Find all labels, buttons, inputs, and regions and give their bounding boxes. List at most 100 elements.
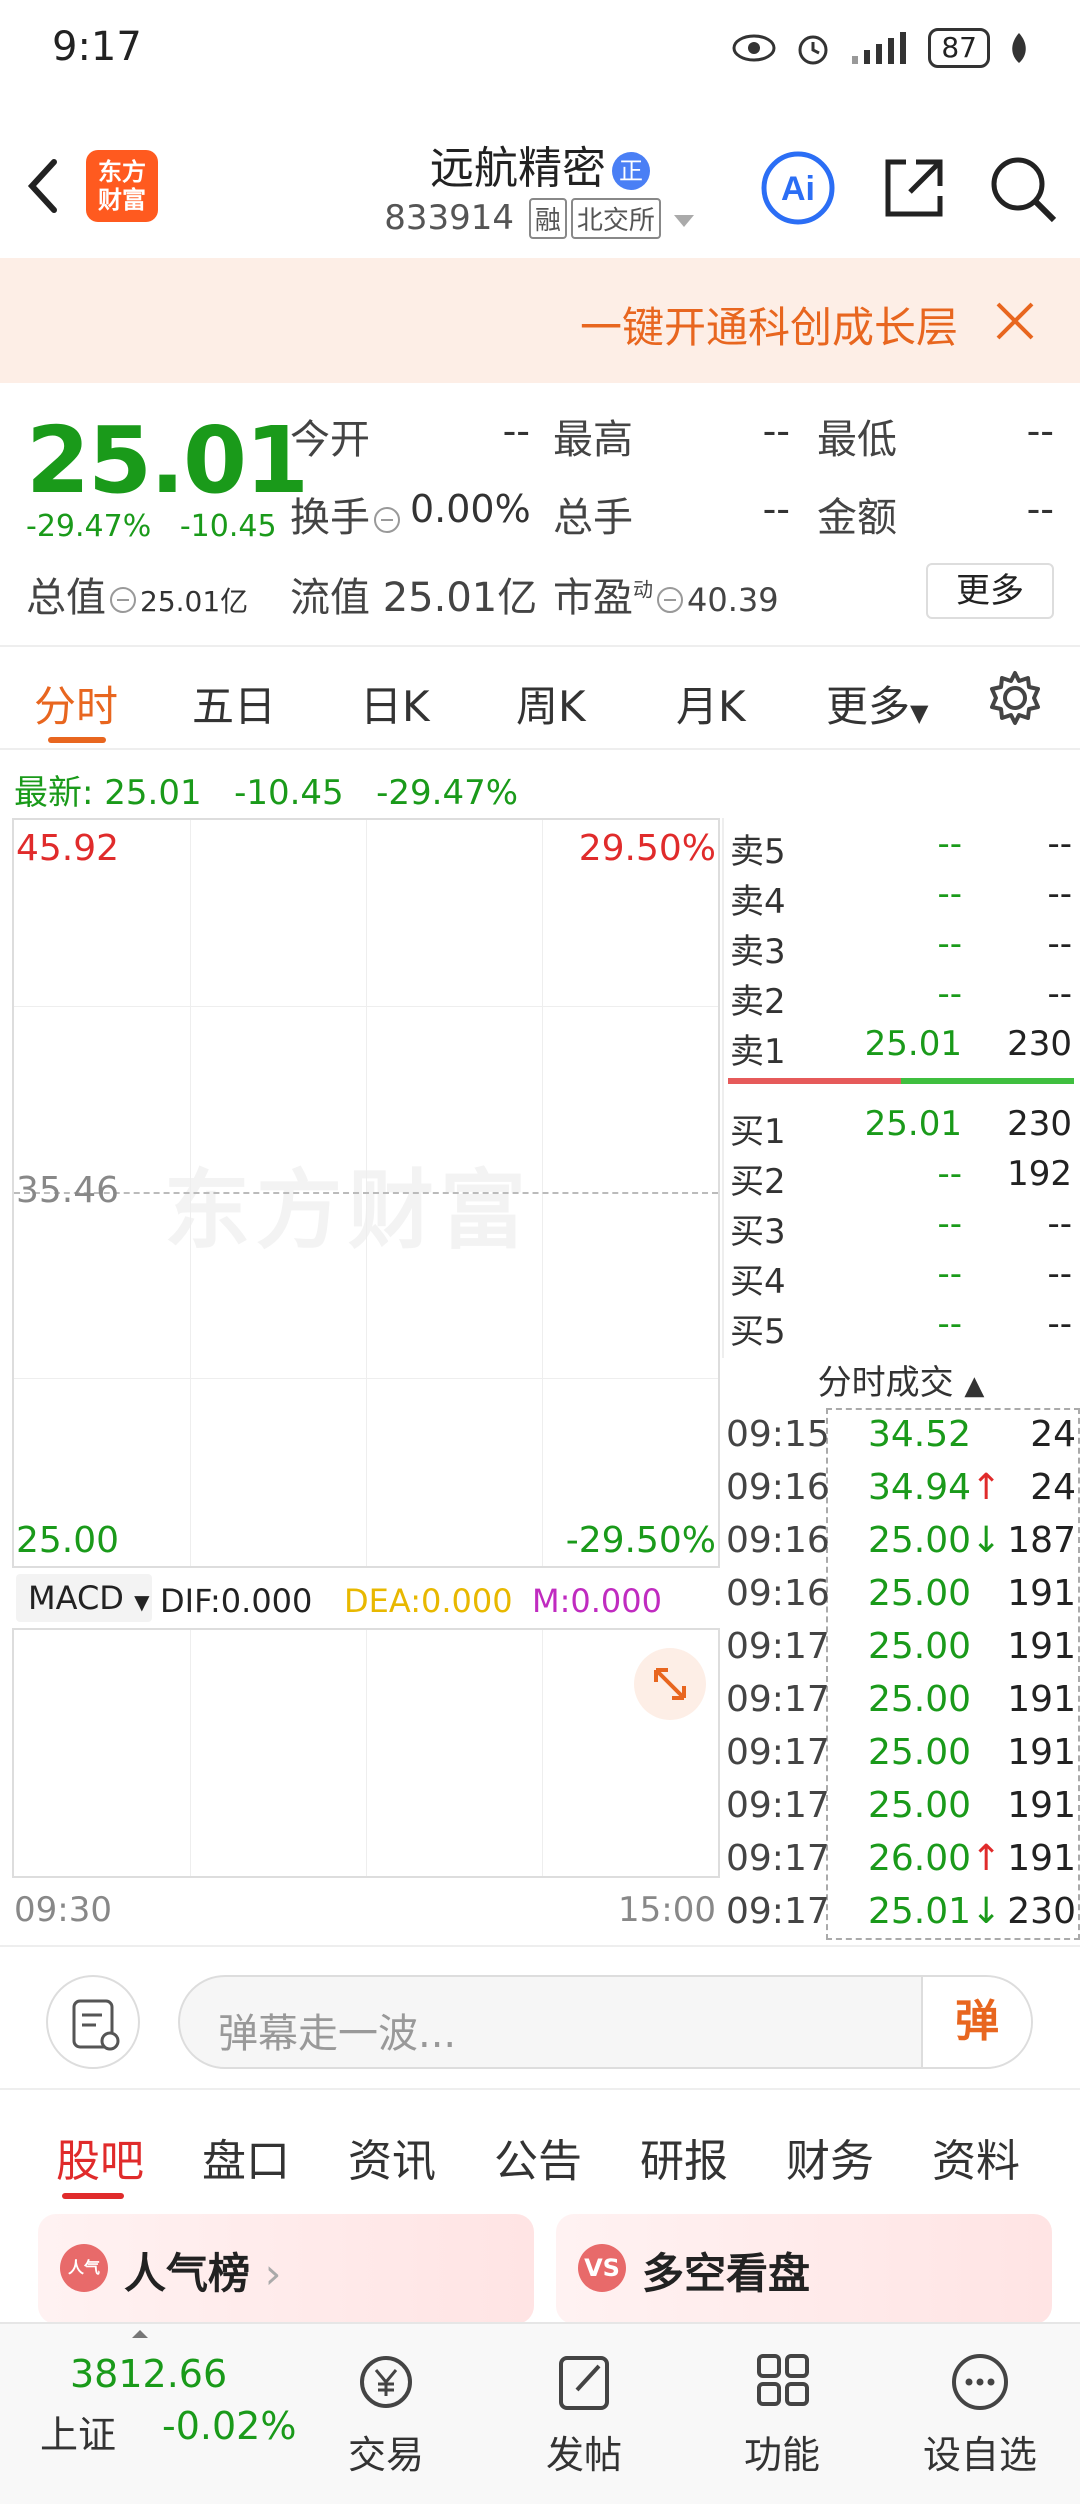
nav-trade[interactable]: 交易 [316, 2350, 456, 2479]
tab-more[interactable]: 更多▼ [826, 673, 928, 734]
trade-price: 34.52 [868, 1414, 971, 1455]
bid-row: 买5 -- -- [724, 1298, 1080, 1352]
pe-ratio[interactable]: 市盈动 40.39 [553, 565, 779, 623]
tab-news[interactable]: 资讯 [348, 2125, 436, 2189]
trade-time: 09:16 [726, 1467, 830, 1508]
tab-weekly-k[interactable]: 周K [516, 673, 586, 734]
trade-row: 09:15 34.52 24 [722, 1408, 1080, 1462]
trade-price-value: 25.00 [868, 1520, 972, 1561]
trade-price: 25.01↓ [868, 1891, 1001, 1932]
float-cap: 流值 25.01亿 [290, 565, 537, 623]
trades-title[interactable]: 分时成交 ▲ [722, 1355, 1080, 1405]
danmu-input[interactable]: 弹幕走一波... 弹 [178, 1975, 1033, 2069]
volume-label: 总手 [553, 495, 633, 541]
trades-list[interactable]: 09:15 34.52 24 09:16 34.94↑ 24 09:16 25.00↓ 18… [722, 1408, 1080, 1940]
bid-label: 买3 [730, 1212, 786, 1252]
bid-price: -- [937, 1154, 962, 1194]
tab-announcements[interactable]: 公告 [494, 2125, 582, 2189]
share-icon[interactable] [876, 150, 952, 226]
order-book: 卖5 -- -- 卖4 -- -- 卖3 -- -- 卖2 -- -- 卖1 25.01 230 买… [722, 818, 1080, 1358]
bid-price: -- [937, 1304, 962, 1344]
tab-monthly-k[interactable]: 月K [676, 673, 746, 734]
bid-volume: -- [1047, 1304, 1072, 1344]
tab-intraday[interactable]: 分时 [34, 673, 118, 734]
eye-icon [732, 34, 776, 62]
trade-price-value: 34.94 [868, 1467, 972, 1508]
tab-research[interactable]: 研报 [640, 2125, 728, 2189]
info-icon[interactable] [657, 587, 683, 613]
popularity-card-text: 人气榜 [124, 2249, 251, 2298]
trade-time: 09:16 [726, 1573, 830, 1614]
bid-label: 买1 [730, 1112, 786, 1152]
popularity-card[interactable]: 人气 人气榜 › [38, 2214, 534, 2324]
grid-line [14, 1006, 718, 1007]
turnover-label[interactable]: 换手 [290, 485, 404, 543]
bull-bear-card[interactable]: VS 多空看盘 [556, 2214, 1052, 2324]
low-label: 最低 [817, 417, 897, 463]
search-icon[interactable] [984, 150, 1060, 226]
indicator-selector[interactable]: MACD ▼ [16, 1574, 152, 1622]
danmu-placeholder: 弹幕走一波... [218, 2011, 457, 2057]
more-dots-icon [952, 2354, 1008, 2410]
trade-time: 09:17 [726, 1891, 830, 1932]
tab-pankou[interactable]: 盘口 [202, 2125, 290, 2189]
bid-price: 25.01 [864, 1104, 962, 1144]
watermark: 东方财富 [164, 1161, 532, 1261]
bid-volume: 192 [1007, 1154, 1072, 1194]
promo-banner[interactable]: 一键开通科创成长层 [0, 258, 1080, 383]
prev-close-line [14, 1192, 718, 1194]
bull-bear-card-label: 多空看盘 [642, 2249, 811, 2298]
bid-label: 买5 [730, 1312, 786, 1352]
promo-text[interactable]: 一键开通科创成长层 [580, 294, 960, 355]
settings-gear-icon[interactable] [986, 669, 1044, 727]
intraday-chart[interactable]: 东方财富 45.92 29.50% 35.46 25.00 -29.50% [12, 818, 720, 1568]
trade-price-value: 34.52 [868, 1414, 972, 1455]
nav-post[interactable]: 发帖 [514, 2350, 654, 2479]
expand-button[interactable] [634, 1648, 706, 1720]
trade-volume: 191 [1007, 1626, 1076, 1667]
ai-icon: Ai [761, 151, 835, 225]
trade-price-value: 26.00 [868, 1838, 972, 1879]
chart-top-pct: 29.50% [578, 828, 716, 869]
danmu-button[interactable]: 弹 [921, 1977, 1031, 2067]
info-icon[interactable] [110, 587, 136, 613]
tab-guba[interactable]: 股吧 [56, 2125, 144, 2189]
exchange-tag: 北交所 [570, 198, 661, 239]
trade-price-value: 25.00 [868, 1626, 972, 1667]
bid-label: 买2 [730, 1162, 786, 1202]
total-cap[interactable]: 总值 25.01亿 [26, 565, 248, 623]
open-value: -- [502, 409, 530, 453]
ask-price: -- [937, 924, 962, 964]
battery-indicator: 87 [928, 28, 990, 68]
trade-row: 09:16 25.00 191 [722, 1567, 1080, 1621]
macd-chart[interactable] [12, 1628, 720, 1878]
ask-price: -- [937, 974, 962, 1014]
tab-finance[interactable]: 财务 [786, 2125, 874, 2189]
trade-row: 09:17 25.00 191 [722, 1673, 1080, 1727]
caret-up-icon: ▲ [964, 1371, 985, 1401]
vs-icon: VS [578, 2244, 626, 2292]
bid-label: 买4 [730, 1262, 786, 1302]
trade-volume: 24 [1030, 1467, 1076, 1508]
nav-add-watchlist[interactable]: 设自选 [910, 2350, 1050, 2479]
total-cap-value: 25.01亿 [140, 585, 249, 618]
more-button[interactable]: 更多 [926, 563, 1054, 619]
ai-button[interactable]: Ai [760, 150, 836, 226]
nav-trade-label: 交易 [347, 2433, 424, 2477]
tab-five-day[interactable]: 五日 [192, 673, 276, 734]
info-icon[interactable] [374, 507, 400, 533]
ask-row: 卖1 25.01 230 [724, 1018, 1080, 1072]
float-cap-value: 25.01亿 [382, 575, 538, 621]
caret-down-icon: ▼ [134, 1590, 150, 1614]
nav-functions[interactable]: 功能 [712, 2350, 852, 2479]
tab-daily-k[interactable]: 日K [360, 673, 430, 734]
close-icon[interactable] [990, 296, 1040, 346]
trade-volume: 230 [1007, 1891, 1076, 1932]
tab-profile[interactable]: 资料 [932, 2125, 1020, 2189]
note-button[interactable] [46, 1975, 140, 2069]
macd-dea: DEA:0.000 [344, 1582, 513, 1620]
macd-dif: DIF:0.000 [160, 1582, 313, 1620]
high-label: 最高 [553, 417, 633, 463]
dropdown-icon[interactable] [672, 213, 696, 229]
chart-bottom-pct: -29.50% [565, 1520, 716, 1561]
